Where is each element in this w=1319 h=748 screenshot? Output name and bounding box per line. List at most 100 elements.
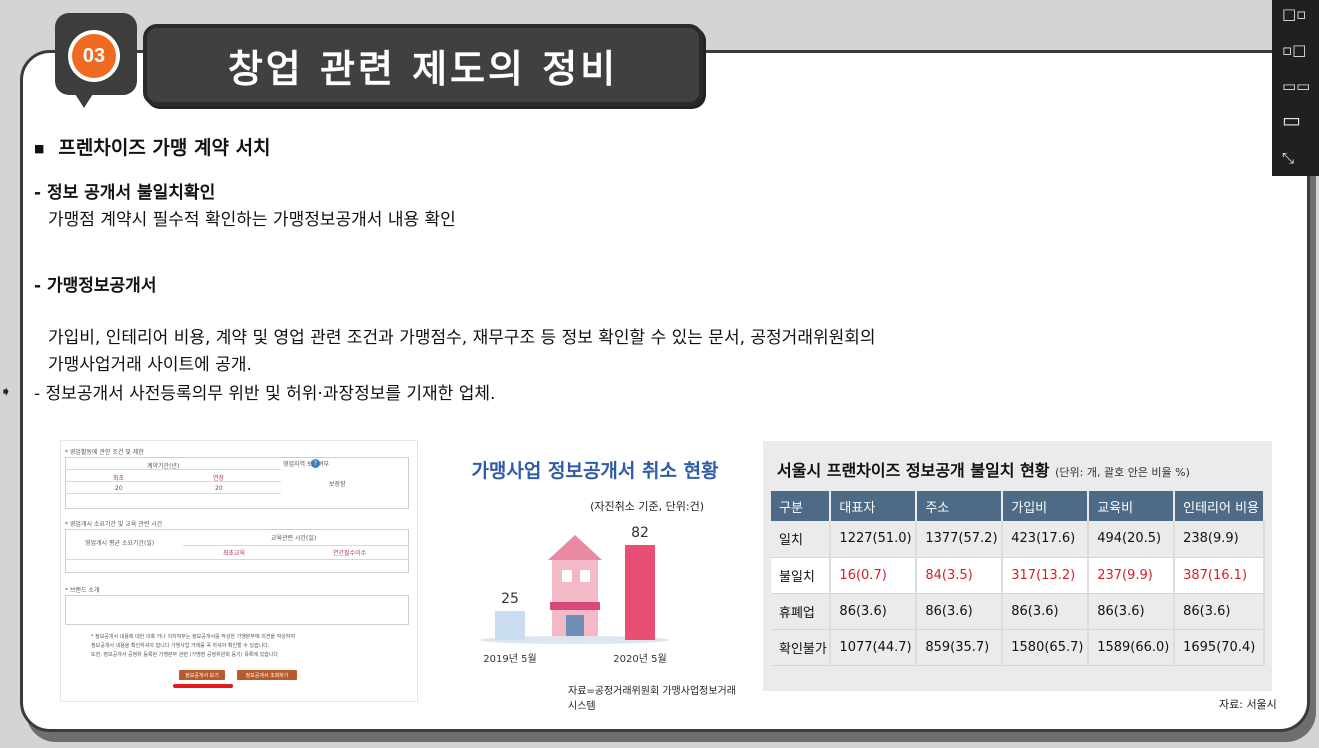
form-table2-line bbox=[183, 545, 409, 546]
layout-dual-icon[interactable]: ▭▭ bbox=[1282, 78, 1310, 94]
table-row: 일치 1227(51.0) 1377(57.2) 423(17.6) 494(2… bbox=[771, 521, 1265, 558]
section-number-badge: 03 bbox=[72, 34, 116, 78]
form-col-renew: 영업지역 보호여부 bbox=[283, 461, 330, 468]
table-header-cell: 구분 bbox=[771, 491, 832, 521]
mismatch-table: 구분 대표자 주소 가입비 교육비 인테리어 비용 일치 1227(51.0) … bbox=[771, 491, 1265, 666]
form-section3-title: * 브랜드 소개 bbox=[65, 587, 100, 594]
table-cell: 859(35.7) bbox=[916, 629, 1004, 666]
exit-fullscreen-icon[interactable]: ⤡ bbox=[1282, 150, 1294, 166]
form-col-edu: 교육관련 시간(일) bbox=[271, 535, 317, 542]
table-cell: 불일치 bbox=[771, 557, 832, 594]
chart-plot: 25 2019년 5월 82 2020년 5월 bbox=[480, 525, 670, 665]
slide-stage: 03 창업 관련 제도의 정비 □▫ ▫□ ▭▭ ▭ ⤡ ➧ ■ 프렌차이즈 가맹… bbox=[0, 0, 1319, 748]
disclosure-form-image: * 영업활동에 관한 조건 및 제한 계약기간(년) 영업지역 보호여부 ? 최… bbox=[60, 440, 418, 702]
mismatch-table-image: 서울시 프랜차이즈 정보공개 불일치 현황 (단위: 개, 괄호 안은 비율 %… bbox=[763, 441, 1272, 691]
table-cell: 237(9.9) bbox=[1088, 557, 1176, 594]
layout-single-icon[interactable]: ▭ bbox=[1282, 110, 1301, 130]
table-row: 휴폐업 86(3.6) 86(3.6) 86(3.6) 86(3.6) 86(3… bbox=[771, 593, 1265, 630]
table-cell: 494(20.5) bbox=[1088, 521, 1176, 558]
table-cell: 1695(70.4) bbox=[1174, 629, 1265, 666]
chart-data-label: 82 bbox=[631, 525, 649, 541]
table-cell: 일치 bbox=[771, 521, 832, 558]
form-sub-extend: 연장 bbox=[213, 475, 225, 482]
table-cell: 1580(65.7) bbox=[1002, 629, 1090, 666]
prev-slide-arrow-icon[interactable]: ➧ bbox=[0, 384, 12, 400]
table-cell: 238(9.9) bbox=[1174, 521, 1265, 558]
chart-category-label: 2019년 5월 bbox=[483, 653, 536, 665]
table-cell: 86(3.6) bbox=[1174, 593, 1265, 630]
form-col-period: 계약기간(년) bbox=[147, 463, 180, 470]
layout-split-left-icon[interactable]: ▫□ bbox=[1282, 42, 1306, 58]
shop-illustration-window bbox=[580, 570, 590, 582]
info-icon[interactable]: ? bbox=[311, 459, 320, 468]
shop-illustration-window bbox=[562, 570, 572, 582]
table-row: 확인불가 1077(44.7) 859(35.7) 1580(65.7) 158… bbox=[771, 629, 1265, 666]
section2-body-line2: 가맹사업거래 사이트에 공개. bbox=[48, 355, 252, 375]
form-notice-1: * 정보공개서 내용에 대한 의혹 거나 의지여부는 정보공개서를 작성한 가맹… bbox=[91, 634, 295, 640]
form-table1-line bbox=[65, 481, 281, 482]
chart-bar bbox=[625, 545, 655, 640]
table-header-cell: 교육비 bbox=[1088, 491, 1176, 521]
bullet-square-icon: ■ bbox=[34, 142, 45, 155]
form-val-first: 20 bbox=[115, 485, 123, 492]
table-header-cell: 가입비 bbox=[1002, 491, 1090, 521]
table-source: 자료: 서울시 bbox=[1219, 698, 1277, 711]
red-underline-mark bbox=[173, 684, 233, 688]
form-section2-title: * 영업개시 소요기간 및 교육 관련 시간 bbox=[65, 521, 163, 528]
chart-source: 자료=공정거래위원회 가맹사업정보거래시스템 bbox=[568, 686, 736, 712]
form-notice-2: 정보공개서 내용을 확인하셔야 합니다 가맹사업 거래를 꼭 하셔야 확인할 수… bbox=[91, 643, 270, 649]
form-sub-edu2: 연간필수이수 bbox=[333, 550, 367, 557]
chart-bar bbox=[495, 611, 525, 640]
form-notice-3: 또한, 정보공개서 공정위 등록된 가맹본부 관련 (가맹점 공정위원회 등기)… bbox=[91, 652, 278, 658]
shop-illustration-roof bbox=[548, 535, 602, 560]
table-title-text: 서울시 프랜차이즈 정보공개 불일치 현황 bbox=[777, 461, 1050, 480]
table-header-cell: 주소 bbox=[916, 491, 1004, 521]
table-cell: 확인불가 bbox=[771, 629, 832, 666]
table-header-cell: 대표자 bbox=[830, 491, 918, 521]
bullet-heading-text: 프렌차이즈 가맹 계약 서치 bbox=[58, 137, 271, 159]
table-cell: 387(16.1) bbox=[1174, 557, 1265, 594]
bullet-heading: ■ 프렌차이즈 가맹 계약 서치 bbox=[34, 133, 271, 160]
section2-body-line1: 가입비, 인테리어 비용, 계약 및 영업 관련 조건과 가맹점수, 재무구조 … bbox=[48, 328, 876, 348]
table-cell: 86(3.6) bbox=[1088, 593, 1176, 630]
table-cell: 1589(66.0) bbox=[1088, 629, 1176, 666]
cancellation-chart-image: 가맹사업 정보공개서 취소 현황 (자진취소 기준, 단위:건) 25 2019년… bbox=[440, 440, 740, 712]
search-disclosure-button[interactable]: 정보공개서 조회하기 bbox=[237, 670, 297, 680]
form-val-extend: 20 bbox=[215, 485, 223, 492]
table-cell: 86(3.6) bbox=[1002, 593, 1090, 630]
table-cell: 423(17.6) bbox=[1002, 521, 1090, 558]
chart-data-label: 25 bbox=[501, 591, 519, 607]
section1-body: 가맹점 계약시 필수적 확인하는 가맹정보공개서 내용 확인 bbox=[48, 210, 456, 230]
form-sub-first: 최초 bbox=[113, 475, 125, 482]
table-cell: 1227(51.0) bbox=[830, 521, 918, 558]
table-cell: 1077(44.7) bbox=[830, 629, 918, 666]
form-table1-line bbox=[65, 493, 281, 494]
badge-tail bbox=[70, 86, 98, 108]
slide-title-box: 창업 관련 제도의 정비 bbox=[143, 24, 703, 106]
slide-title: 창업 관련 제도의 정비 bbox=[227, 46, 619, 91]
table-title: 서울시 프랜차이즈 정보공개 불일치 현황 (단위: 개, 괄호 안은 비율 %… bbox=[777, 457, 1190, 481]
layout-split-right-icon[interactable]: □▫ bbox=[1282, 6, 1306, 22]
table-cell: 휴폐업 bbox=[771, 593, 832, 630]
section2-body-line3: - 정보공개서 사전등록의무 위반 및 허위·과장정보를 기재한 업체. bbox=[34, 384, 496, 404]
layout-control-panel: □▫ ▫□ ▭▭ ▭ ⤡ bbox=[1272, 0, 1319, 176]
table-cell: 86(3.6) bbox=[830, 593, 918, 630]
section1-heading: - 정보 공개서 불일치확인 bbox=[34, 183, 216, 203]
shop-illustration-awning bbox=[550, 602, 600, 610]
table-cell: 317(13.2) bbox=[1002, 557, 1090, 594]
form-table2-line bbox=[65, 559, 409, 560]
table-row-highlighted: 불일치 16(0.7) 84(3.5) 317(13.2) 237(9.9) 3… bbox=[771, 557, 1265, 594]
form-col-avg: 영업개시 평균 소요기간(일) bbox=[85, 540, 155, 547]
table-unit: (단위: 개, 괄호 안은 비율 %) bbox=[1055, 466, 1190, 479]
form-brand-box bbox=[65, 595, 409, 625]
form-val-renew: 보장함 bbox=[329, 481, 346, 488]
view-disclosure-button[interactable]: 정보공개서 보기 bbox=[179, 670, 225, 680]
form-sub-edu1: 최초교육 bbox=[223, 550, 246, 557]
table-header-row: 구분 대표자 주소 가입비 교육비 인테리어 비용 bbox=[771, 491, 1265, 521]
table-cell: 1377(57.2) bbox=[916, 521, 1004, 558]
table-cell: 86(3.6) bbox=[916, 593, 1004, 630]
chart-category-label: 2020년 5월 bbox=[613, 653, 666, 665]
section2-heading: - 가맹정보공개서 bbox=[34, 276, 157, 296]
form-table1 bbox=[65, 457, 409, 509]
form-section1-title: * 영업활동에 관한 조건 및 제한 bbox=[65, 449, 144, 456]
